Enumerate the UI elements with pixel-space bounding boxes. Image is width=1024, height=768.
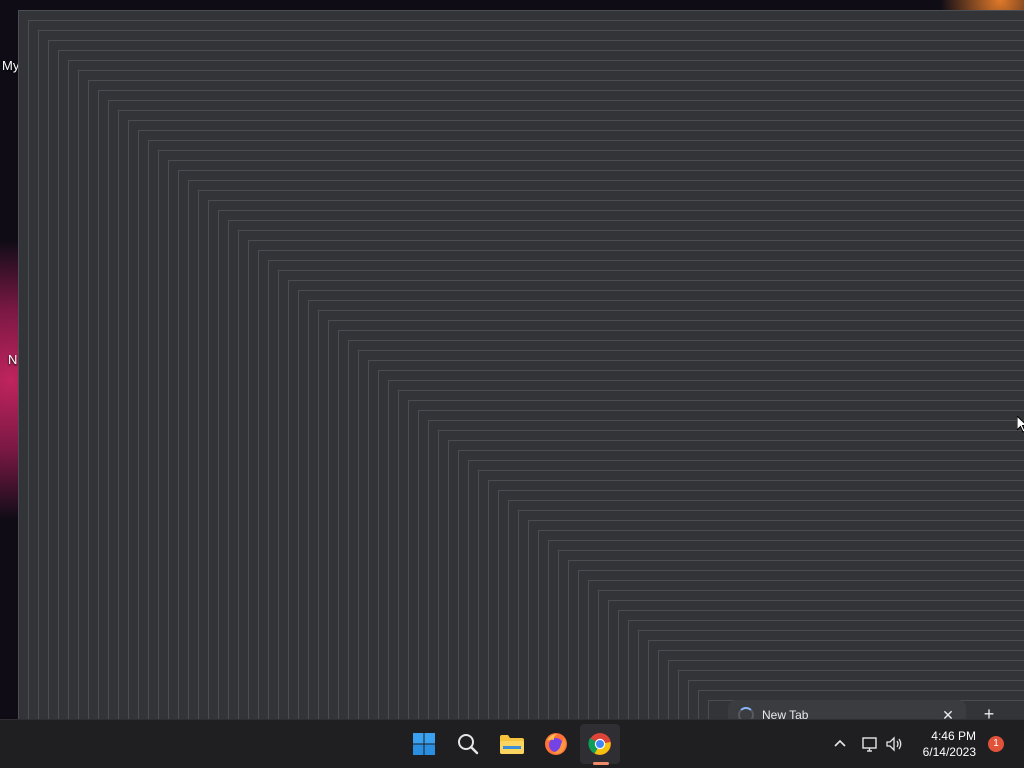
system-tray (830, 720, 904, 768)
ghost-window-frame (288, 280, 1024, 720)
ghost-window-frame (88, 80, 1024, 720)
chrome-icon (588, 733, 611, 755)
volume-icon[interactable] (884, 734, 904, 754)
ghost-window-frame (308, 300, 1024, 720)
ghost-window-frame (218, 210, 1024, 720)
ghost-window-frame (48, 40, 1024, 720)
ghost-window-frame (318, 310, 1024, 720)
ghost-window-frame (448, 440, 1024, 720)
ghost-window-frame (208, 200, 1024, 720)
ghost-window-frame (458, 450, 1024, 720)
folder-icon (500, 735, 524, 754)
ghost-window-frame (558, 550, 1024, 720)
ghost-window-frame (378, 370, 1024, 720)
ghost-window-frame (338, 330, 1024, 720)
notification-badge[interactable]: 1 (988, 736, 1004, 752)
ghost-window-frame (228, 220, 1024, 720)
clock-date: 6/14/2023 (922, 745, 976, 759)
ghost-window-frame (298, 290, 1024, 720)
ghost-window-frame (358, 350, 1024, 720)
ghost-window-frame (568, 560, 1024, 720)
ghost-window-frame (328, 320, 1024, 720)
ghost-window-frame (248, 240, 1024, 720)
ghost-window-frame (118, 110, 1024, 720)
windows-start-icon (413, 733, 435, 755)
desktop-background: My N New Tab ✕ + (0, 0, 1024, 720)
ghost-window-frame (348, 340, 1024, 720)
ghost-window-frame (18, 10, 1024, 720)
clock-time: 4:46 PM (931, 729, 976, 743)
ghost-window-frame (528, 520, 1024, 720)
ghost-window-frame (368, 360, 1024, 720)
ghost-window-frame (238, 230, 1024, 720)
ghost-window-frame (538, 530, 1024, 720)
ghost-window-frame (548, 540, 1024, 720)
ghost-window-frame (478, 470, 1024, 720)
chrome-button[interactable] (580, 724, 620, 764)
taskbar: 4:46 PM 6/14/2023 1 (0, 719, 1024, 768)
taskbar-clock[interactable]: 4:46 PM 6/14/2023 (923, 728, 976, 760)
ghost-window-frame (68, 60, 1024, 720)
ghost-window-frame (78, 70, 1024, 720)
desktop-icon-label[interactable]: My (2, 58, 19, 73)
ghost-window-frame (518, 510, 1024, 720)
ghost-window-frame (98, 90, 1024, 720)
active-app-indicator (593, 762, 609, 765)
ghost-window-frame (58, 50, 1024, 720)
cascaded-window-trail (0, 0, 1024, 720)
ghost-window-frame (148, 140, 1024, 720)
ghost-window-frame (168, 160, 1024, 720)
ghost-window-frame (578, 570, 1024, 720)
ghost-window-frame (278, 270, 1024, 720)
ghost-window-frame (418, 410, 1024, 720)
ghost-window-frame (108, 100, 1024, 720)
desktop-icon-label[interactable]: N (8, 352, 17, 367)
firefox-icon (545, 733, 567, 755)
ghost-window-frame (588, 580, 1024, 720)
ghost-window-frame (438, 430, 1024, 720)
ghost-window-frame (198, 190, 1024, 720)
ghost-window-frame (178, 170, 1024, 720)
ghost-window-frame (28, 20, 1024, 720)
mouse-cursor-icon (1017, 416, 1024, 433)
ghost-window-frame (468, 460, 1024, 720)
browser-tab[interactable]: New Tab ✕ (728, 700, 966, 720)
ghost-window-frame (498, 490, 1024, 720)
new-tab-button[interactable]: + (978, 702, 1000, 720)
ghost-window-frame (38, 30, 1024, 720)
ghost-window-frame (258, 250, 1024, 720)
ghost-window-frame (158, 150, 1024, 720)
ghost-window-frame (128, 120, 1024, 720)
ghost-window-frame (408, 400, 1024, 720)
close-tab-icon[interactable]: ✕ (938, 707, 958, 721)
search-button[interactable] (448, 724, 488, 764)
chevron-up-icon[interactable] (830, 734, 850, 754)
ghost-window-frame (138, 130, 1024, 720)
file-explorer-button[interactable] (492, 724, 532, 764)
ghost-window-frame (508, 500, 1024, 720)
ghost-window-frame (428, 420, 1024, 720)
start-button[interactable] (404, 724, 444, 764)
ghost-window-frame (268, 260, 1024, 720)
ghost-window-frame (488, 480, 1024, 720)
firefox-button[interactable] (536, 724, 576, 764)
network-icon[interactable] (860, 734, 880, 754)
ghost-window-frame (388, 380, 1024, 720)
ghost-window-frame (398, 390, 1024, 720)
search-icon (458, 734, 479, 755)
ghost-window-frame (188, 180, 1024, 720)
